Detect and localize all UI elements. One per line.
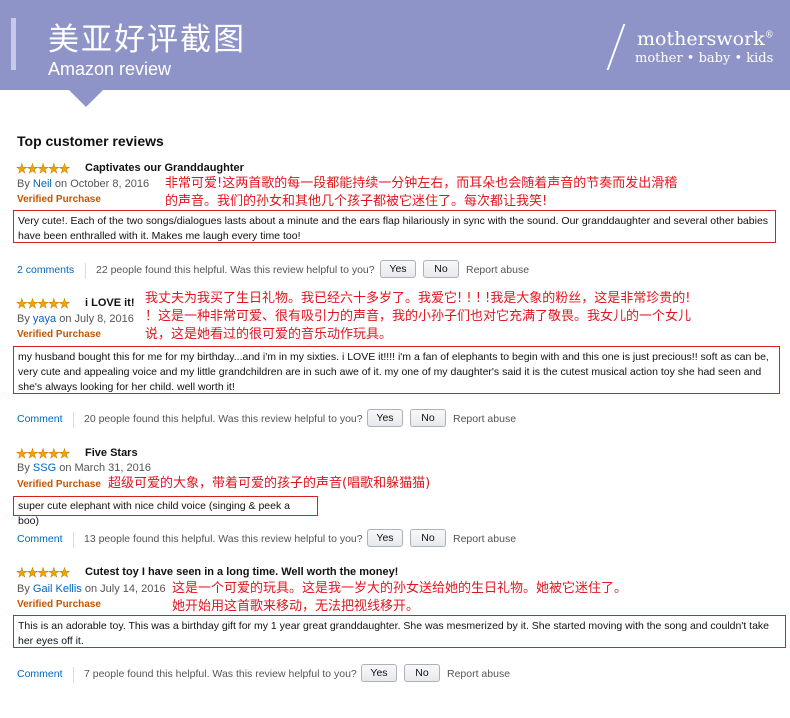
review-author-link[interactable]: SSG <box>33 462 56 474</box>
review-author-link[interactable]: Neil <box>33 178 52 190</box>
verified-purchase-badge: Verified Purchase <box>17 329 101 340</box>
logo-tagline: mother • baby • kids <box>635 51 774 66</box>
report-abuse-link[interactable]: Report abuse <box>466 264 529 276</box>
banner-pointer-icon <box>68 89 104 107</box>
review-author-link[interactable]: Gail Kellis <box>33 583 82 595</box>
report-abuse-link[interactable]: Report abuse <box>453 533 516 545</box>
banner-title: 美亚好评截图 <box>48 22 246 58</box>
review-title[interactable]: Captivates our Granddaughter <box>85 162 244 174</box>
helpful-no-button[interactable]: No <box>410 409 446 427</box>
section-heading: Top customer reviews <box>17 133 164 149</box>
review-byline: By Neil on October 8, 2016 <box>17 178 150 190</box>
verified-purchase-badge: Verified Purchase <box>17 599 101 610</box>
divider <box>73 532 74 548</box>
review-byline: By yaya on July 8, 2016 <box>17 313 134 325</box>
review-translation: 非常可爱!这两首歌的每一段都能持续一分钟左右，而耳朵也会随着声音的节奏而发出滑稽… <box>165 176 678 209</box>
helpful-yes-button[interactable]: Yes <box>361 664 397 682</box>
helpful-count: 20 people found this helpful. Was this r… <box>84 413 363 425</box>
review-title[interactable]: Five Stars <box>85 447 138 459</box>
review-comments-link[interactable]: Comment <box>17 413 63 425</box>
helpful-no-button[interactable]: No <box>410 529 446 547</box>
star-rating-icon: ★★★★★ <box>16 161 71 177</box>
logo-registered: ® <box>764 30 774 41</box>
banner-accent-bar <box>11 18 16 70</box>
review-translation: 我丈夫为我买了生日礼物。我已经六十多岁了。我爱它! ! ! !我是大象的粉丝，这… <box>145 291 692 342</box>
banner: 美亚好评截图 Amazon review motherswork® mother… <box>0 0 790 90</box>
review-title[interactable]: i LOVE it! <box>85 297 135 309</box>
logo-slash-icon <box>606 24 626 70</box>
motherswork-logo: motherswork® mother • baby • kids <box>606 22 775 72</box>
review-author-link[interactable]: yaya <box>33 313 56 325</box>
banner-subtitle: Amazon review <box>48 59 172 79</box>
helpful-count: 22 people found this helpful. Was this r… <box>96 264 375 276</box>
helpful-yes-button[interactable]: Yes <box>367 409 403 427</box>
star-rating-icon: ★★★★★ <box>16 446 71 462</box>
report-abuse-link[interactable]: Report abuse <box>447 668 510 680</box>
review-translation: 这是一个可爱的玩具。这是我一岁大的孙女送给她的生日礼物。她被它迷住了。 她开始用… <box>172 581 628 614</box>
divider <box>85 263 86 279</box>
review-title[interactable]: Cutest toy I have seen in a long time. W… <box>85 566 398 578</box>
star-rating-icon: ★★★★★ <box>16 565 71 581</box>
review-comments-link[interactable]: Comment <box>17 668 63 680</box>
helpful-no-button[interactable]: No <box>423 260 459 278</box>
report-abuse-link[interactable]: Report abuse <box>453 413 516 425</box>
verified-purchase-badge: Verified Purchase <box>17 194 101 205</box>
review-comments-link[interactable]: Comment <box>17 533 63 545</box>
review-comments-link[interactable]: 2 comments <box>17 264 74 276</box>
review-text: my husband bought this for me for my bir… <box>13 346 780 394</box>
review-text: super cute elephant with nice child voic… <box>13 496 318 527</box>
review-text: Very cute!. Each of the two songs/dialog… <box>13 210 776 243</box>
review-byline: By SSG on March 31, 2016 <box>17 462 151 474</box>
divider <box>73 667 74 683</box>
logo-wordmark: motherswork <box>637 28 765 50</box>
helpful-count: 13 people found this helpful. Was this r… <box>84 533 363 545</box>
divider <box>73 412 74 428</box>
review-byline: By Gail Kellis on July 14, 2016 <box>17 583 166 595</box>
helpful-yes-button[interactable]: Yes <box>380 260 416 278</box>
star-rating-icon: ★★★★★ <box>16 296 71 312</box>
review-translation: 超级可爱的大象，带着可爱的孩子的声音(唱歌和躲猫猫) <box>108 476 431 491</box>
helpful-count: 7 people found this helpful. Was this re… <box>84 668 357 680</box>
helpful-yes-button[interactable]: Yes <box>367 529 403 547</box>
helpful-no-button[interactable]: No <box>404 664 440 682</box>
review-text: This is an adorable toy. This was a birt… <box>13 615 786 648</box>
verified-purchase-badge: Verified Purchase <box>17 479 101 490</box>
